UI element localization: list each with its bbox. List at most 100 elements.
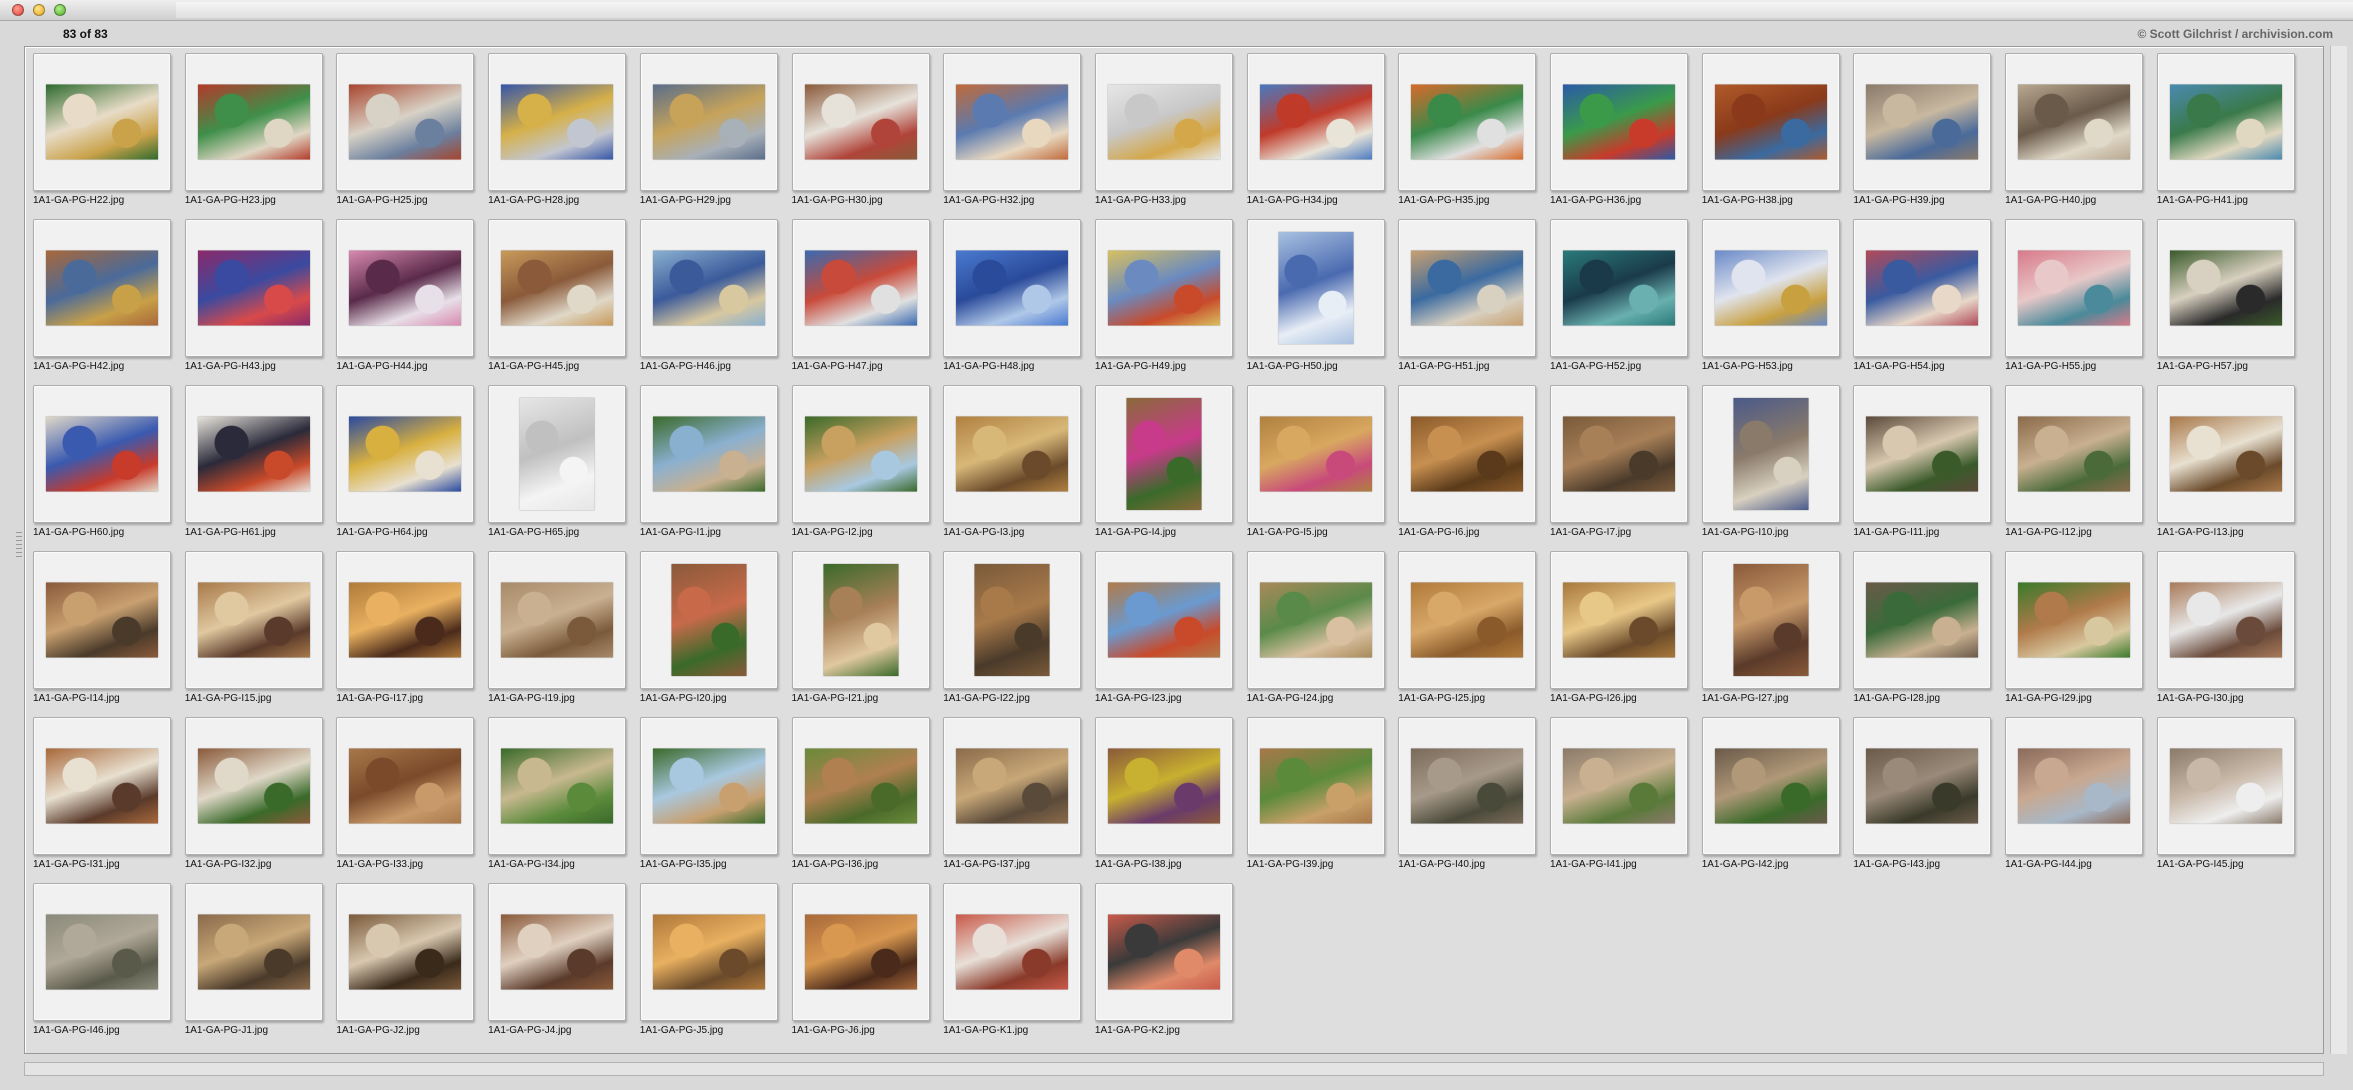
thumbnail-frame[interactable] (1550, 385, 1688, 523)
thumbnail-cell[interactable]: 1A1-GA-PG-J2.jpg (328, 877, 480, 1043)
thumbnail-image[interactable] (46, 416, 158, 492)
thumbnail-cell[interactable]: 1A1-GA-PG-I34.jpg (480, 711, 632, 877)
thumbnail-image[interactable] (1563, 416, 1675, 492)
thumbnail-image[interactable] (1733, 564, 1809, 676)
thumbnail-image[interactable] (197, 250, 310, 326)
thumbnail-cell[interactable]: 1A1-GA-PG-H47.jpg (784, 213, 936, 379)
thumbnail-frame[interactable] (488, 717, 627, 855)
thumbnail-image[interactable] (2018, 582, 2131, 658)
thumbnail-frame[interactable] (1853, 717, 1992, 855)
thumbnail-image[interactable] (501, 84, 614, 160)
thumbnail-cell[interactable]: 1A1-GA-PG-I3.jpg (935, 379, 1087, 545)
thumbnail-frame[interactable] (1246, 551, 1385, 689)
thumbnail-frame[interactable] (2005, 219, 2144, 357)
thumbnail-cell[interactable]: 1A1-GA-PG-I22.jpg (935, 545, 1087, 711)
thumbnail-image[interactable] (349, 748, 462, 824)
thumbnail-image[interactable] (804, 914, 917, 990)
thumbnail-cell[interactable]: 1A1-GA-PG-H29.jpg (632, 47, 784, 213)
thumbnail-image[interactable] (1259, 748, 1372, 824)
thumbnail-image[interactable] (1866, 582, 1979, 658)
thumbnail-image[interactable] (349, 416, 462, 492)
thumbnail-image[interactable] (349, 84, 462, 160)
thumbnail-frame[interactable] (639, 717, 778, 855)
thumbnail-frame[interactable] (336, 551, 475, 689)
thumbnail-cell[interactable]: 1A1-GA-PG-H30.jpg (784, 47, 936, 213)
thumbnail-frame[interactable] (1246, 717, 1385, 855)
thumbnail-frame[interactable] (639, 551, 778, 689)
thumbnail-image[interactable] (1733, 398, 1809, 510)
thumbnail-image[interactable] (1107, 914, 1220, 990)
thumbnail-frame[interactable] (2005, 385, 2144, 523)
thumbnail-frame[interactable] (184, 53, 323, 191)
thumbnail-image[interactable] (2169, 84, 2282, 160)
thumbnail-image[interactable] (956, 250, 1069, 326)
thumbnail-frame[interactable] (1550, 551, 1688, 689)
thumbnail-cell[interactable]: 1A1-GA-PG-H40.jpg (1997, 47, 2149, 213)
thumbnail-cell[interactable]: 1A1-GA-PG-I36.jpg (784, 711, 936, 877)
thumbnail-cell[interactable]: 1A1-GA-PG-I31.jpg (25, 711, 177, 877)
thumbnail-frame[interactable] (336, 717, 475, 855)
thumbnail-cell[interactable]: 1A1-GA-PG-I19.jpg (480, 545, 632, 711)
thumbnail-image[interactable] (804, 416, 917, 492)
thumbnail-image[interactable] (2018, 748, 2131, 824)
thumbnail-image[interactable] (501, 250, 614, 326)
thumbnail-cell[interactable]: 1A1-GA-PG-I7.jpg (1542, 379, 1694, 545)
thumbnail-frame[interactable] (943, 219, 1082, 357)
thumbnail-cell[interactable]: 1A1-GA-PG-I29.jpg (1997, 545, 2149, 711)
thumbnail-cell[interactable]: 1A1-GA-PG-H60.jpg (25, 379, 177, 545)
zoom-window-button[interactable] (54, 4, 66, 16)
thumbnail-image[interactable] (1107, 84, 1220, 160)
thumbnail-frame[interactable] (1853, 53, 1992, 191)
thumbnail-image[interactable] (46, 250, 158, 326)
thumbnail-frame[interactable] (336, 53, 475, 191)
thumbnail-image[interactable] (1107, 748, 1220, 824)
thumbnail-image[interactable] (956, 748, 1069, 824)
thumbnail-cell[interactable]: 1A1-GA-PG-I46.jpg (25, 877, 177, 1043)
thumbnail-cell[interactable]: 1A1-GA-PG-J5.jpg (632, 877, 784, 1043)
thumbnail-image[interactable] (804, 84, 917, 160)
thumbnail-frame[interactable] (184, 551, 323, 689)
thumbnail-frame[interactable] (1246, 385, 1385, 523)
thumbnail-frame[interactable] (1550, 53, 1688, 191)
thumbnail-cell[interactable]: 1A1-GA-PG-K2.jpg (1087, 877, 1239, 1043)
thumbnail-image[interactable] (2169, 582, 2282, 658)
thumbnail-image[interactable] (1563, 84, 1675, 160)
thumbnail-cell[interactable]: 1A1-GA-PG-J6.jpg (784, 877, 936, 1043)
thumbnail-frame[interactable] (1853, 551, 1992, 689)
thumbnail-image[interactable] (1107, 250, 1220, 326)
thumbnail-image[interactable] (197, 582, 310, 658)
vertical-scrollbar[interactable] (2330, 46, 2347, 1054)
thumbnail-image[interactable] (652, 84, 765, 160)
thumbnail-cell[interactable]: 1A1-GA-PG-I11.jpg (1845, 379, 1997, 545)
thumbnail-frame[interactable] (33, 219, 171, 357)
thumbnail-image[interactable] (1866, 84, 1979, 160)
thumbnail-frame[interactable] (2156, 385, 2295, 523)
thumbnail-image[interactable] (197, 914, 310, 990)
thumbnail-image[interactable] (1563, 748, 1675, 824)
thumbnail-frame[interactable] (1094, 717, 1233, 855)
thumbnail-frame[interactable] (1398, 551, 1537, 689)
thumbnail-frame[interactable] (1701, 717, 1840, 855)
thumbnail-image[interactable] (1411, 84, 1524, 160)
thumbnail-cell[interactable]: 1A1-GA-PG-I24.jpg (1239, 545, 1391, 711)
thumbnail-frame[interactable] (488, 219, 627, 357)
thumbnail-frame[interactable] (1701, 219, 1840, 357)
thumbnail-frame[interactable] (1550, 219, 1688, 357)
thumbnail-frame[interactable] (639, 883, 778, 1021)
thumbnail-cell[interactable]: 1A1-GA-PG-I21.jpg (784, 545, 936, 711)
thumbnail-cell[interactable]: 1A1-GA-PG-I20.jpg (632, 545, 784, 711)
thumbnail-cell[interactable]: 1A1-GA-PG-H28.jpg (480, 47, 632, 213)
thumbnail-image[interactable] (46, 748, 158, 824)
thumbnail-image[interactable] (1411, 250, 1524, 326)
thumbnail-cell[interactable]: 1A1-GA-PG-I41.jpg (1542, 711, 1694, 877)
thumbnail-image[interactable] (501, 748, 614, 824)
thumbnail-image[interactable] (197, 748, 310, 824)
thumbnail-frame[interactable] (791, 717, 930, 855)
thumbnail-frame[interactable] (488, 551, 627, 689)
thumbnail-image[interactable] (1411, 748, 1524, 824)
thumbnail-frame[interactable] (488, 385, 627, 523)
thumbnail-frame[interactable] (1701, 551, 1840, 689)
thumbnail-frame[interactable] (2156, 53, 2295, 191)
thumbnail-frame[interactable] (791, 551, 930, 689)
thumbnail-cell[interactable]: 1A1-GA-PG-I32.jpg (177, 711, 329, 877)
